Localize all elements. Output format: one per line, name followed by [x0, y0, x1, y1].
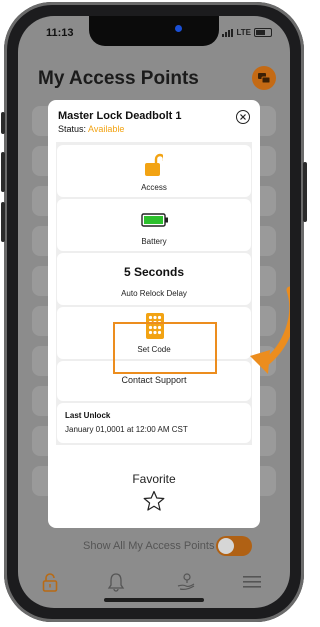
battery-icon [141, 213, 168, 227]
unlocked-padlock-icon [145, 153, 163, 176]
favorite-label: Favorite [132, 472, 176, 486]
modal-status: Status: Available [58, 124, 124, 134]
star-outline-icon[interactable] [142, 490, 166, 512]
status-indicators: LTE [222, 28, 272, 37]
chat-icon[interactable] [252, 66, 276, 90]
pointer-arrow-icon [250, 286, 290, 374]
lock-tab-icon[interactable] [38, 570, 62, 594]
volume-up-button [1, 152, 5, 192]
status-time: 11:13 [46, 27, 74, 39]
show-all-label: Show All My Access Points [83, 540, 215, 552]
contact-support-label: Contact Support [121, 375, 187, 385]
page-title: My Access Points [38, 68, 199, 89]
last-unlock-value: January 01,0001 at 12:00 AM CST [65, 425, 188, 434]
camera-dot [175, 25, 182, 32]
hand-location-tab-icon[interactable] [174, 570, 198, 594]
access-label: Access [141, 183, 167, 192]
signal-icon [222, 28, 234, 37]
phone-frame: 11:13 LTE My Access Points Show All My A… [1, 2, 307, 622]
last-unlock-title: Last Unlock [65, 411, 111, 420]
status-label: Status: [58, 124, 87, 134]
bell-tab-icon[interactable] [104, 570, 128, 594]
modal-title: Master Lock Deadbolt 1 [58, 110, 182, 122]
status-battery-icon [254, 28, 272, 37]
access-button[interactable]: Access [57, 145, 251, 197]
home-indicator [104, 598, 204, 602]
screen: 11:13 LTE My Access Points Show All My A… [18, 16, 290, 608]
action-list: Access Battery 5 Seconds Auto Relock Del… [56, 142, 252, 445]
toggle-knob [218, 538, 234, 554]
menu-tab-icon[interactable] [240, 570, 264, 594]
status-value: Available [88, 124, 125, 134]
power-button [303, 162, 307, 222]
access-point-modal: Master Lock Deadbolt 1 Status: Available… [48, 100, 260, 528]
volume-down-button [1, 202, 5, 242]
relock-value: 5 Seconds [123, 265, 185, 279]
show-all-toggle[interactable] [216, 536, 252, 556]
close-icon[interactable] [236, 110, 250, 124]
battery-button[interactable]: Battery [57, 199, 251, 251]
notch [89, 16, 219, 46]
mute-switch [1, 112, 5, 134]
network-type: LTE [236, 28, 251, 37]
battery-label: Battery [141, 237, 167, 246]
set-code-highlight [113, 322, 217, 374]
relock-label: Auto Relock Delay [121, 289, 187, 298]
last-unlock-card: Last Unlock January 01,0001 at 12:00 AM … [57, 403, 251, 443]
auto-relock-button[interactable]: 5 Seconds Auto Relock Delay [57, 253, 251, 305]
